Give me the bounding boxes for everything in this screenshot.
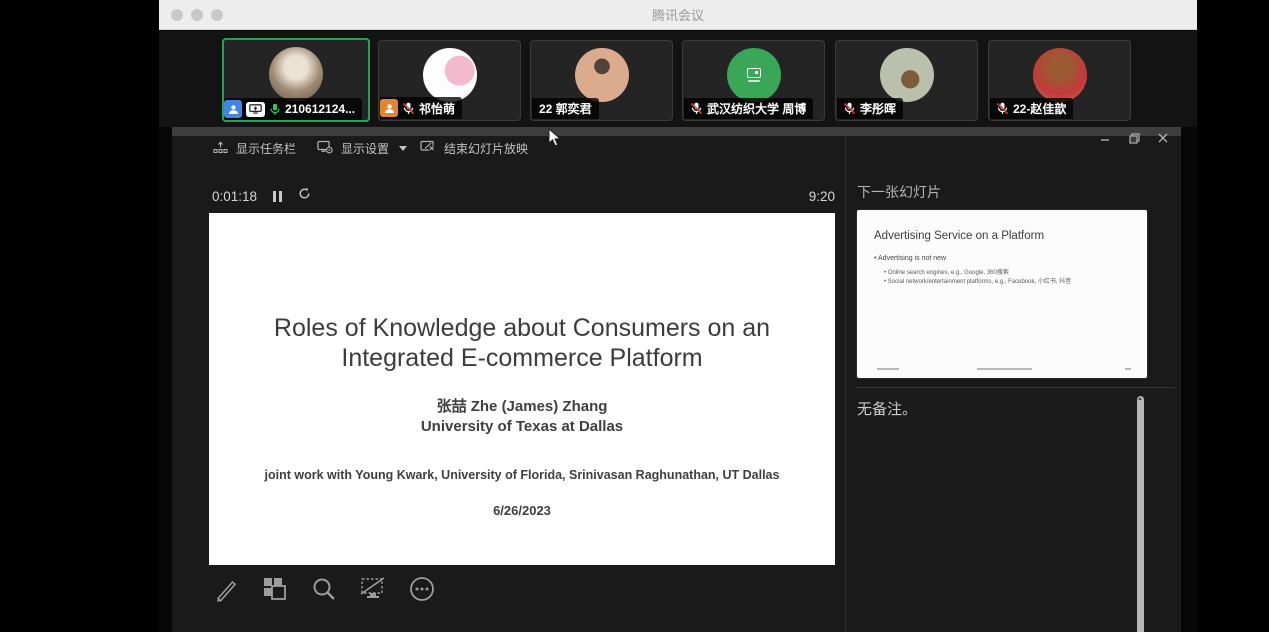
avatar bbox=[423, 48, 477, 102]
current-slide: Roles of Knowledge about Consumers on an… bbox=[209, 213, 835, 565]
participant-name: 李彤晖 bbox=[860, 100, 896, 117]
notes-scrollbar[interactable] bbox=[1137, 396, 1144, 632]
next-slide-title: Advertising Service on a Platform bbox=[874, 230, 1044, 242]
participant-namebar: 210612124... bbox=[224, 98, 362, 120]
display-settings-button[interactable]: 显示设置 bbox=[317, 140, 407, 157]
zoom-slide-button[interactable] bbox=[308, 573, 340, 605]
member-badge-icon bbox=[380, 99, 398, 117]
desktop: 腾讯会议 210612124... bbox=[0, 0, 1269, 632]
participant-name: 22 郭奕君 bbox=[539, 100, 592, 117]
display-settings-label: 显示设置 bbox=[341, 140, 389, 157]
presenter-toolbar: 显示任务栏 显示设置 结束幻灯片放映 bbox=[172, 140, 832, 164]
participant-tile[interactable]: 22-赵佳歆 bbox=[988, 40, 1131, 121]
end-slideshow-label: 结束幻灯片放映 bbox=[444, 140, 528, 157]
end-slideshow-button[interactable]: 结束幻灯片放映 bbox=[420, 140, 528, 157]
avatar bbox=[727, 48, 781, 102]
chevron-down-icon bbox=[399, 146, 407, 151]
next-slide-panel: 下一张幻灯片 Advertising Service on a Platform… bbox=[855, 127, 1181, 632]
mouse-cursor bbox=[548, 128, 561, 147]
display-settings-icon bbox=[317, 140, 333, 157]
slide-credits: joint work with Young Kwark, University … bbox=[209, 468, 835, 482]
avatar bbox=[575, 48, 629, 102]
window-title: 腾讯会议 bbox=[159, 5, 1197, 24]
participant-name: 祁怡萌 bbox=[419, 100, 455, 117]
avatar bbox=[269, 47, 323, 101]
participant-name: 22-赵佳歆 bbox=[1013, 100, 1066, 117]
pen-tool-button[interactable] bbox=[210, 573, 242, 605]
participant-tile[interactable]: 祁怡萌 bbox=[378, 40, 521, 121]
elapsed-time: 0:01:18 bbox=[212, 189, 257, 204]
presenter-view-window: 显示任务栏 显示设置 结束幻灯片放映 0:01:18 bbox=[172, 127, 1181, 632]
timer-row: 0:01:18 9:20 bbox=[212, 187, 835, 205]
participant-tile[interactable]: 210612124... bbox=[222, 38, 370, 122]
pause-timer-icon[interactable] bbox=[273, 191, 282, 202]
thumb-footer-marks bbox=[857, 368, 1147, 371]
participant-strip: 210612124... 祁怡萌 22 郭奕君 bbox=[159, 31, 1197, 127]
participant-tile[interactable]: 李彤晖 bbox=[835, 40, 978, 121]
participant-namebar: 李彤晖 bbox=[837, 98, 903, 119]
more-options-button[interactable] bbox=[406, 573, 438, 605]
end-slideshow-icon bbox=[420, 140, 436, 157]
slide-title: Roles of Knowledge about Consumers on an… bbox=[209, 213, 835, 373]
show-taskbar-button[interactable]: 显示任务栏 bbox=[213, 140, 296, 157]
annotation-toolbar bbox=[210, 573, 438, 605]
participant-namebar: 祁怡萌 bbox=[380, 97, 462, 119]
screen-share-icon bbox=[246, 102, 265, 117]
member-badge-icon bbox=[224, 100, 242, 118]
clock-time: 9:20 bbox=[809, 189, 835, 204]
black-screen-button[interactable] bbox=[357, 573, 389, 605]
participant-tile[interactable]: 22 郭奕君 bbox=[530, 40, 673, 121]
next-slide-subbullet: Online search engines, e.g., Google, 360… bbox=[884, 267, 1009, 276]
show-taskbar-label: 显示任务栏 bbox=[236, 140, 296, 157]
mic-muted-icon bbox=[690, 102, 703, 115]
mic-on-icon bbox=[269, 103, 281, 116]
participant-name: 武汉纺织大学 周博 bbox=[707, 100, 806, 117]
mic-muted-icon bbox=[996, 102, 1009, 115]
panel-divider bbox=[845, 136, 846, 632]
avatar bbox=[880, 48, 934, 102]
titlebar: 腾讯会议 bbox=[159, 0, 1197, 30]
green-app-icon bbox=[747, 68, 761, 78]
participant-tile[interactable]: 武汉纺织大学 周博 bbox=[682, 40, 825, 121]
participant-name: 210612124... bbox=[285, 102, 355, 116]
next-slide-subbullet: Social network/entertainment platforms, … bbox=[884, 276, 1071, 285]
participant-namebar: 22-赵佳歆 bbox=[990, 98, 1073, 119]
notes-text: 无备注。 bbox=[857, 398, 917, 419]
avatar bbox=[1033, 48, 1087, 102]
participant-namebar: 武汉纺织大学 周博 bbox=[684, 98, 813, 119]
next-slide-bullet: Advertising is not new bbox=[874, 255, 946, 262]
slide-author: 张喆 Zhe (James) Zhang University of Texas… bbox=[209, 397, 835, 437]
tencent-meeting-window: 腾讯会议 210612124... bbox=[159, 0, 1197, 632]
mic-muted-icon bbox=[843, 102, 856, 115]
participant-namebar: 22 郭奕君 bbox=[532, 98, 599, 119]
taskbar-icon bbox=[213, 141, 228, 157]
mic-muted-icon bbox=[402, 102, 415, 115]
next-slide-header: 下一张幻灯片 bbox=[857, 182, 941, 202]
see-all-slides-button[interactable] bbox=[259, 573, 291, 605]
slide-date: 6/26/2023 bbox=[209, 503, 835, 518]
notes-divider bbox=[855, 387, 1175, 388]
restart-timer-icon[interactable] bbox=[298, 187, 311, 205]
next-slide-thumbnail[interactable]: Advertising Service on a Platform Advert… bbox=[857, 210, 1147, 378]
